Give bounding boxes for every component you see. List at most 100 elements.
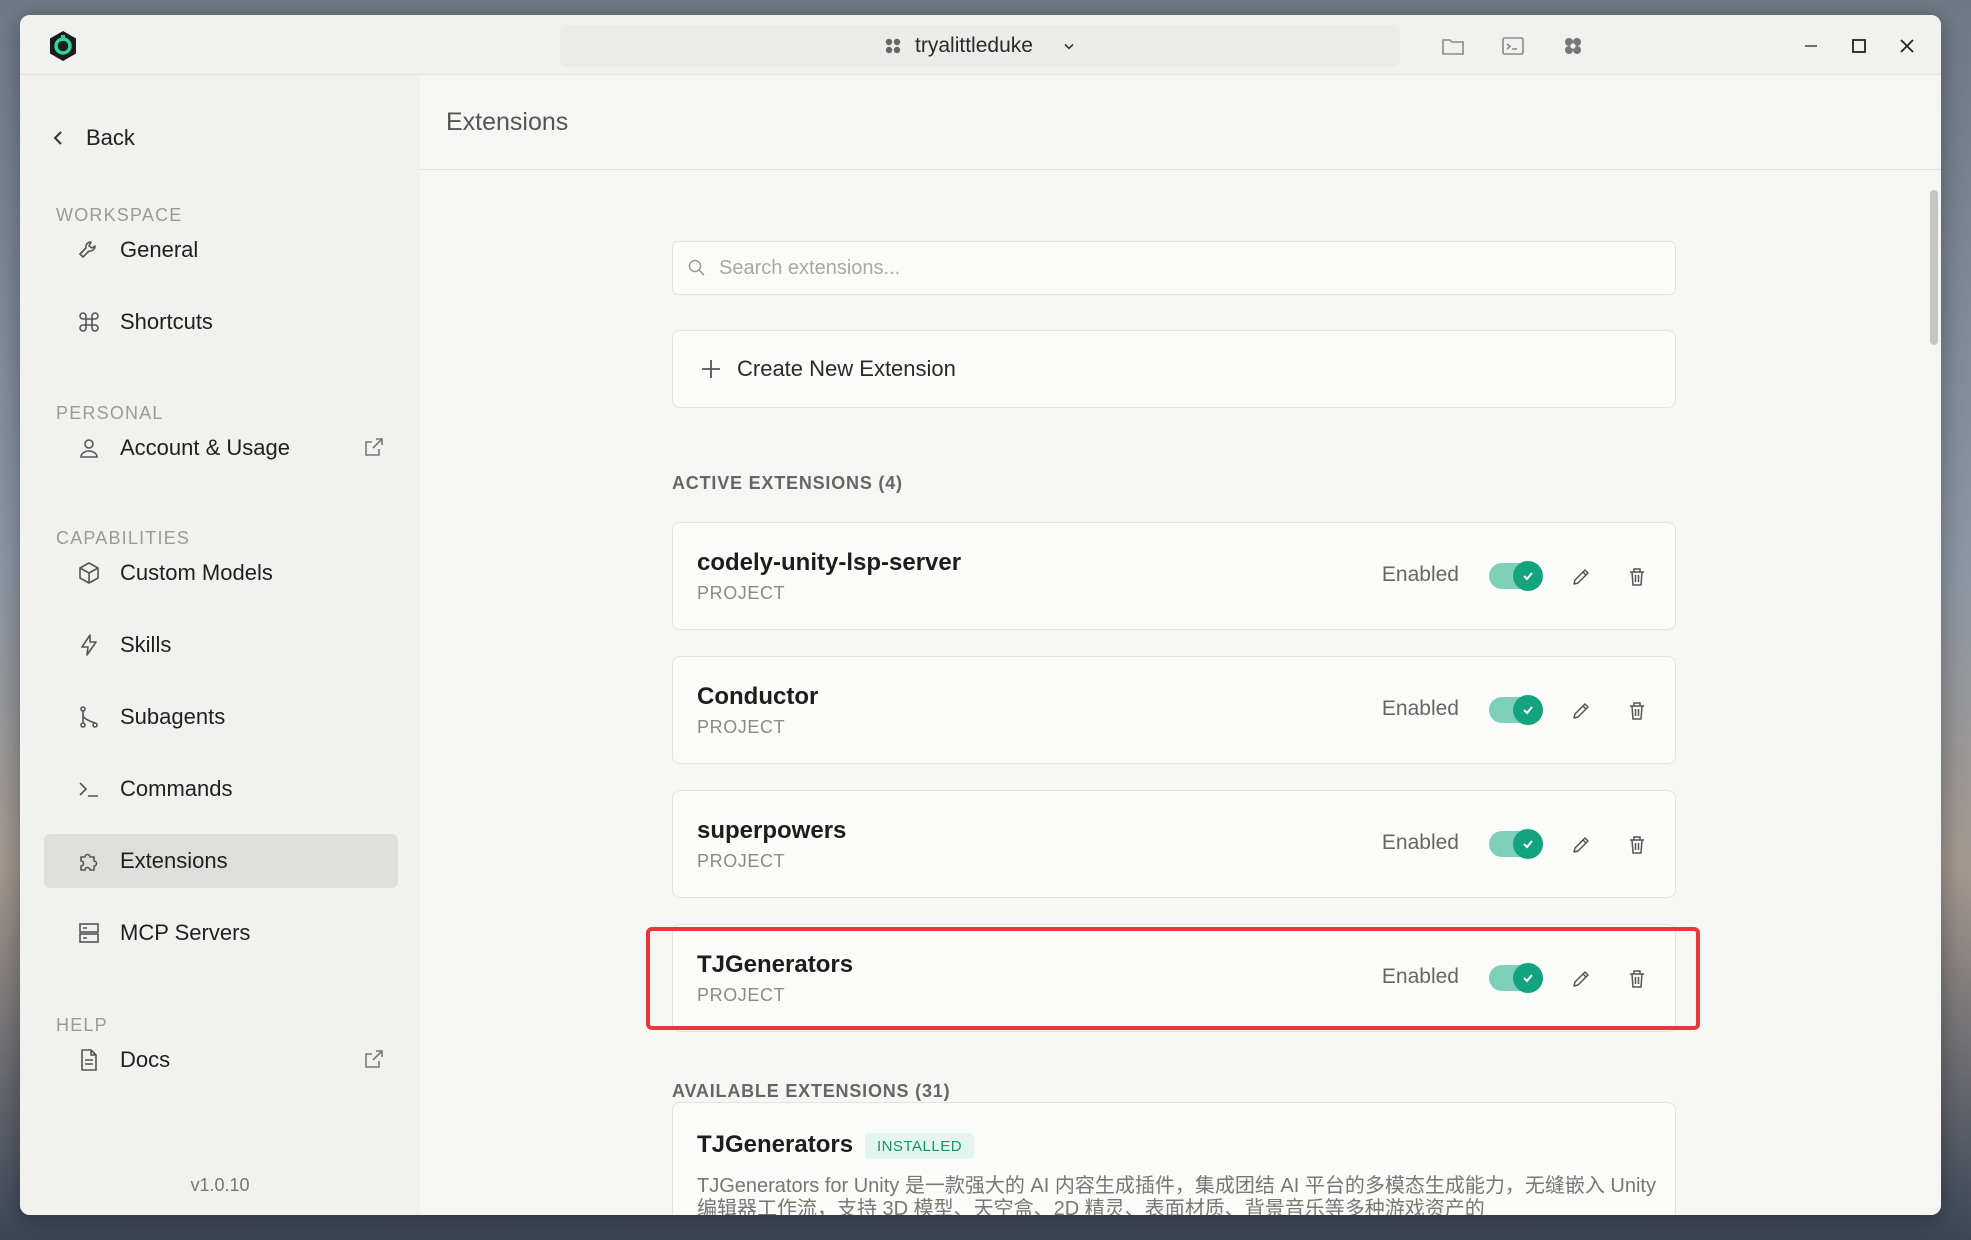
delete-button[interactable] (1623, 965, 1651, 993)
search-input[interactable] (719, 256, 1619, 280)
scrollbar-thumb[interactable] (1930, 190, 1938, 345)
puzzle-icon (76, 848, 102, 874)
check-icon (1513, 695, 1543, 725)
extension-card: TJGenerators PROJECT Enabled (672, 924, 1676, 1032)
edit-button[interactable] (1567, 831, 1595, 859)
plus-icon (702, 360, 720, 378)
extension-card: Conductor PROJECT Enabled (672, 656, 1676, 764)
sidebar-item-label: Commands (120, 776, 233, 801)
external-link-icon (365, 1050, 383, 1068)
edit-button[interactable] (1567, 965, 1595, 993)
extension-scope: PROJECT (697, 985, 786, 1005)
sidebar-item-mcp-servers[interactable]: MCP Servers (44, 906, 398, 960)
folder-icon[interactable] (1440, 33, 1466, 59)
extensions-toolbar-icon[interactable] (1560, 33, 1586, 59)
main-panel: Extensions Create New Extension ACTIVE E… (420, 75, 1941, 1215)
extension-status: Enabled (1381, 563, 1459, 586)
pencil-icon (1573, 837, 1589, 853)
sidebar-item-docs[interactable]: Docs (44, 1033, 398, 1087)
extension-status: Enabled (1381, 831, 1459, 854)
pencil-icon (1573, 703, 1589, 719)
terminal-icon[interactable] (1500, 33, 1526, 59)
create-extension-label: Create New Extension (737, 356, 956, 381)
trash-icon (1630, 836, 1644, 854)
extension-name: codely-unity-lsp-server (697, 549, 962, 576)
sidebar-item-extensions[interactable]: Extensions (44, 834, 398, 888)
prompt-icon (76, 776, 102, 802)
sidebar-item-label: Docs (120, 1047, 171, 1072)
check-icon (1513, 963, 1543, 993)
trash-icon (1630, 970, 1644, 988)
delete-button[interactable] (1623, 831, 1651, 859)
sidebar-item-general[interactable]: General (44, 223, 398, 277)
extension-description: TJGenerators for Unity 是一款强大的 AI 内容生成插件，… (697, 1175, 1656, 1215)
available-extension-card[interactable]: TJGenerators INSTALLED TJGenerators for … (672, 1102, 1676, 1215)
check-icon (1513, 829, 1543, 859)
extension-status: Enabled (1381, 697, 1459, 720)
extension-name: Conductor (697, 683, 819, 710)
available-extensions-heading: AVAILABLE EXTENSIONS (31) (672, 1081, 951, 1101)
sidebar-item-shortcuts[interactable]: Shortcuts (44, 295, 398, 349)
active-extensions-heading: ACTIVE EXTENSIONS (4) (672, 473, 903, 493)
page-title: Extensions (446, 107, 569, 136)
extension-scope: PROJECT (697, 583, 786, 603)
create-extension-button[interactable]: Create New Extension (672, 330, 1676, 408)
extension-card: superpowers PROJECT Enabled (672, 790, 1676, 898)
workspace-switcher[interactable]: tryalittleduke (560, 25, 1400, 67)
server-icon (76, 920, 102, 946)
sidebar-item-subagents[interactable]: Subagents (44, 690, 398, 744)
search-icon (688, 259, 705, 276)
minimize-button[interactable] (1796, 31, 1826, 61)
settings-sidebar: Back WORKSPACE General Shortcuts PERSONA… (20, 75, 420, 1215)
check-icon (1513, 561, 1543, 591)
sidebar-item-skills[interactable]: Skills (44, 618, 398, 672)
lightning-icon (76, 632, 102, 658)
chevron-left-icon (53, 131, 62, 145)
maximize-button[interactable] (1844, 31, 1874, 61)
extension-scope: PROJECT (697, 851, 786, 871)
branch-icon (76, 704, 102, 730)
app-logo-icon[interactable] (46, 29, 80, 63)
edit-button[interactable] (1567, 697, 1595, 725)
extension-scope: PROJECT (697, 717, 786, 737)
wrench-icon (76, 237, 102, 263)
trash-icon (1630, 568, 1644, 586)
scrollbar[interactable] (1927, 170, 1941, 1215)
sidebar-item-label: Account & Usage (120, 435, 290, 460)
trash-icon (1630, 702, 1644, 720)
sidebar-item-label: Skills (120, 632, 172, 657)
enable-toggle[interactable] (1489, 829, 1543, 859)
sidebar-item-label: General (120, 237, 199, 262)
enable-toggle[interactable] (1489, 963, 1543, 993)
user-icon (76, 435, 102, 461)
sidebar-item-label: Subagents (120, 704, 226, 729)
close-button[interactable] (1892, 31, 1922, 61)
app-window: tryalittleduke Back WORKSPACE General Sh… (20, 15, 1941, 1215)
extension-status: Enabled (1381, 965, 1459, 988)
search-box[interactable] (672, 241, 1676, 295)
sidebar-item-custom-models[interactable]: Custom Models (44, 546, 398, 600)
enable-toggle[interactable] (1489, 695, 1543, 725)
extension-card: codely-unity-lsp-server PROJECT Enabled (672, 522, 1676, 630)
external-link-icon (365, 438, 383, 456)
back-button[interactable]: Back (50, 125, 135, 151)
delete-button[interactable] (1623, 563, 1651, 591)
sidebar-item-label: MCP Servers (120, 920, 251, 945)
enable-toggle[interactable] (1489, 561, 1543, 591)
back-label: Back (86, 125, 135, 150)
extension-name: superpowers (697, 817, 847, 844)
command-key-icon (76, 309, 102, 335)
sidebar-item-label: Custom Models (120, 560, 273, 585)
workspace-icon (885, 38, 901, 54)
delete-button[interactable] (1623, 697, 1651, 725)
edit-button[interactable] (1567, 563, 1595, 591)
sidebar-item-commands[interactable]: Commands (44, 762, 398, 816)
sidebar-item-label: Shortcuts (120, 309, 213, 334)
installed-badge: INSTALLED (865, 1133, 975, 1159)
app-version: v1.0.10 (190, 1175, 250, 1195)
sidebar-item-account-usage[interactable]: Account & Usage (44, 421, 398, 475)
pencil-icon (1573, 569, 1589, 585)
page-header: Extensions (420, 75, 1941, 170)
workspace-name: tryalittleduke (915, 34, 1033, 57)
chevron-down-icon (1064, 43, 1074, 50)
